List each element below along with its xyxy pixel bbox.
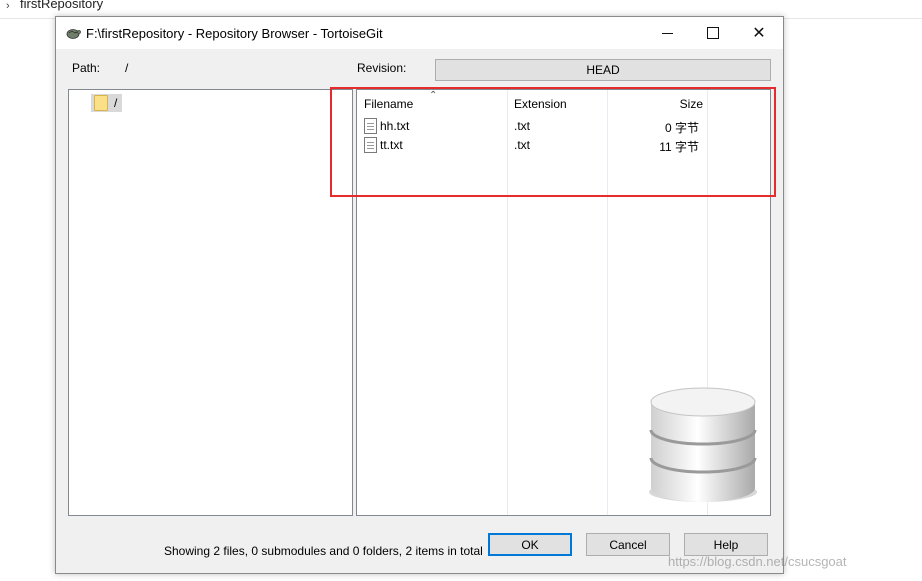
title-bar[interactable]: F:\firstRepository - Repository Browser … xyxy=(56,17,783,49)
database-icon xyxy=(649,387,757,502)
maximize-icon xyxy=(707,27,719,39)
tree-item-root[interactable]: / xyxy=(91,94,122,112)
close-button[interactable]: ✕ xyxy=(736,17,782,49)
annotation-highlight-box xyxy=(330,87,776,197)
revision-button[interactable]: HEAD xyxy=(435,59,771,81)
minimize-icon xyxy=(661,33,673,34)
help-button[interactable]: Help xyxy=(684,533,768,556)
background-tree-item[interactable]: firstRepository xyxy=(20,0,103,11)
minimize-button[interactable] xyxy=(644,17,690,49)
ok-button[interactable]: OK xyxy=(488,533,572,556)
path-label: Path: xyxy=(72,61,101,75)
watermark: https://blog.csdn.net/csucsgoat xyxy=(668,554,847,569)
close-icon: ✕ xyxy=(752,25,766,42)
status-text: Showing 2 files, 0 submodules and 0 fold… xyxy=(164,544,483,558)
window-title: F:\firstRepository - Repository Browser … xyxy=(86,26,383,41)
tortoisegit-icon xyxy=(66,29,81,39)
folder-tree[interactable]: / xyxy=(68,89,353,516)
path-value: / xyxy=(125,61,129,75)
maximize-button[interactable] xyxy=(690,17,736,49)
revision-label: Revision: xyxy=(357,61,407,75)
cancel-button[interactable]: Cancel xyxy=(586,533,670,556)
folder-icon xyxy=(94,95,108,111)
tree-item-label: / xyxy=(114,96,118,110)
chevron-right-icon[interactable]: › xyxy=(6,0,10,12)
